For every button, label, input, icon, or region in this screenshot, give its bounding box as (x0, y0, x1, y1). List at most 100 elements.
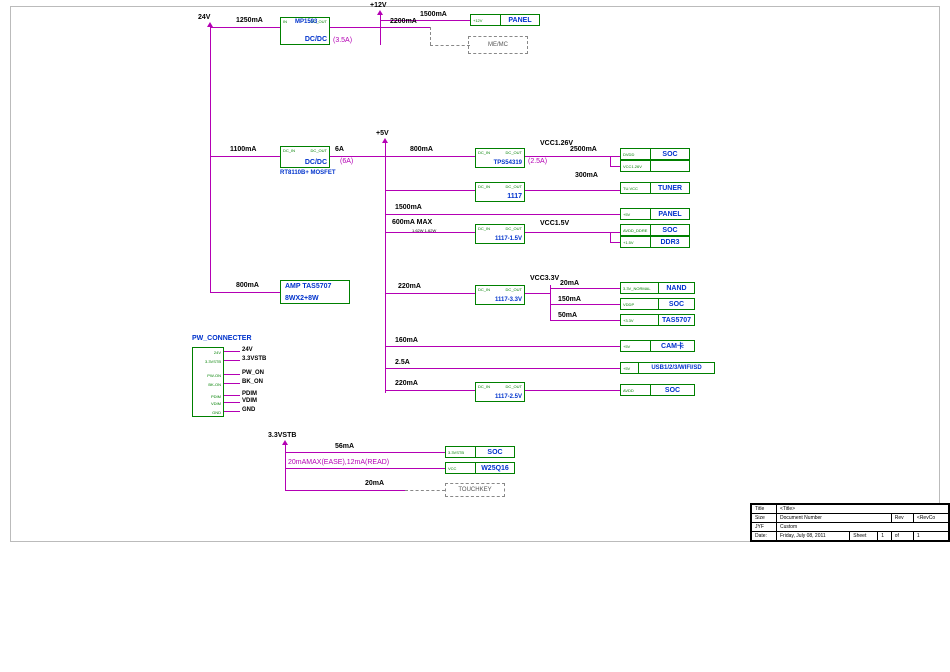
pw-r-bkon: BK_ON (242, 379, 263, 385)
name: DDR3 (651, 239, 689, 246)
tb-date: Friday, July 08, 2011 (777, 532, 850, 541)
wire-5v-1117 (385, 190, 475, 191)
w-soc126-h (610, 166, 620, 167)
l-20read: 20mAMAX(EASE),12mA(READ) (288, 459, 389, 466)
l-160: 160mA (395, 337, 418, 344)
load-panel-5v: +5V PANEL (620, 208, 690, 220)
pw-w3 (224, 374, 240, 375)
w-cam (385, 346, 620, 347)
pw-pin-pwon: PW-ON (207, 373, 221, 378)
pw-pin-vdim: VDIM (211, 401, 221, 406)
tb-rev: <RevCo (913, 514, 948, 523)
label-3p5a: (3.5A) (333, 37, 352, 44)
name: PANEL (651, 211, 689, 218)
pin-out: DC_OUT (506, 287, 522, 292)
load-panel-12v: +12V PANEL (470, 14, 540, 26)
wire-tuner (525, 190, 620, 191)
tb-title: <Title> (777, 505, 949, 514)
pin-in: DC_IN (283, 148, 295, 153)
pw-r-33vstb: 3.3VSTB (242, 356, 266, 362)
label-5v: +5V (376, 130, 389, 137)
l-150: 150mA (558, 296, 581, 303)
label-24v: 24V (198, 14, 210, 21)
pin: +3.3V (621, 315, 659, 325)
pin: +1.5V (621, 237, 651, 247)
tb-of-label: of (891, 532, 913, 541)
w-soc33 (550, 304, 620, 305)
wire-vcc33-stub (525, 293, 550, 294)
pin: +12V (471, 15, 501, 25)
block-dcdc5v: DC_INDC_OUT DC/DC (280, 146, 330, 168)
label-1500ma-a: 1500mA (420, 11, 447, 18)
pin: +5V (621, 363, 639, 373)
block-mp1593: INDC_OUT MP1593 DC/DC (280, 17, 330, 45)
name: PANEL (501, 17, 539, 24)
load-soc-dvdd: DVDD SOC (620, 148, 690, 160)
load-soc-vddp: VDDP SOC (620, 298, 695, 310)
load-nand: 3.3V_NORMAL NAND (620, 282, 695, 294)
wire-vcc15 (525, 232, 620, 233)
load-usb-wifi-sd: +5V USB1/2/3/WIFI/SD (620, 362, 715, 374)
label-rt8110: RT8110B+ MOSFET (280, 170, 336, 176)
tb-size-label: Size (752, 514, 777, 523)
load-touchkey: TOUCHKEY (445, 483, 505, 497)
load-tuner: TU.VCC TUNER (620, 182, 690, 194)
label-1100ma: 1100mA (230, 146, 256, 153)
wire-24v-amp (210, 292, 280, 293)
name: SOC (651, 387, 694, 394)
pw-r-pwon: PW_ON (242, 370, 264, 376)
wire-5v-out (330, 156, 385, 157)
load-soc-avdd: AVDD SOC (620, 384, 695, 396)
label-33vstb: 3.3VSTB (268, 432, 296, 439)
pin-out: DC_OUT (311, 148, 327, 153)
load-soc-vcc126: VCC1.26V (620, 160, 690, 172)
name: USB1/2/3/WIFI/SD (639, 365, 714, 371)
pw-r-pdim: PDIM (242, 391, 257, 397)
pw-r-gnd: GND (242, 407, 255, 413)
name: CAM卡 (651, 341, 694, 351)
pin: 3.3VSTB (446, 447, 476, 457)
pin: VDDP (621, 299, 659, 309)
name: 1117 (507, 193, 522, 200)
l-20b: 20mA (365, 480, 384, 487)
wire-2200 (380, 27, 430, 28)
pw-pin-33vstb: 3.3VSTB (205, 359, 221, 364)
mp1593-name: MP1593 (295, 19, 317, 25)
pw-r-vdim: VDIM (242, 398, 257, 404)
l-220a: 220mA (398, 283, 421, 290)
pw-pin-24v: 24V (214, 350, 221, 355)
pin-in: IN (283, 19, 287, 24)
label-12v: +12V (370, 2, 387, 9)
l-600max: 600mA MAX (392, 219, 432, 226)
wire-5v-1117-25 (385, 390, 475, 391)
pin-in: DC_IN (478, 287, 490, 292)
name: SOC (659, 301, 694, 308)
w-usb (385, 368, 620, 369)
w-stb-touch (285, 490, 405, 491)
amp-power: 8WX2+8W (285, 295, 319, 302)
load-w25q16: VCC W25Q16 (445, 462, 515, 474)
pin: 3.3V_NORMAL (621, 283, 659, 293)
load-tas5707: +3.3V TAS5707 (620, 314, 695, 326)
name: 1117-3.3V (495, 297, 522, 303)
name: 1117-1.5V (495, 236, 522, 242)
pin: TU.VCC (621, 183, 651, 193)
pin-in: DC_IN (478, 384, 490, 389)
block-1117-15: DC_INDC_OUT 1117-1.5V (475, 224, 525, 244)
wire-5v-panel (385, 214, 620, 215)
label-6a-rating: (6A) (340, 158, 353, 165)
pw-w5 (224, 395, 240, 396)
l-1500b: 1500mA (395, 204, 422, 211)
pw-r-24v: 24V (242, 347, 253, 353)
pw-w7 (224, 411, 240, 412)
name: W25Q16 (476, 465, 514, 472)
tb-title-label: Title (752, 505, 777, 514)
tb-doc-label: Document Number (780, 515, 822, 521)
l-25a: 2.5A (395, 359, 410, 366)
w-stb-soc (285, 452, 445, 453)
l-res: 1.62W 1.62W (412, 228, 436, 233)
block-1117-25: DC_INDC_OUT 1117-2.5V (475, 382, 525, 402)
pin: VCC1.26V (621, 161, 651, 171)
label-vcc126: VCC1.26V (540, 140, 573, 147)
pw-pin-bkon: BK-ON (208, 382, 221, 387)
